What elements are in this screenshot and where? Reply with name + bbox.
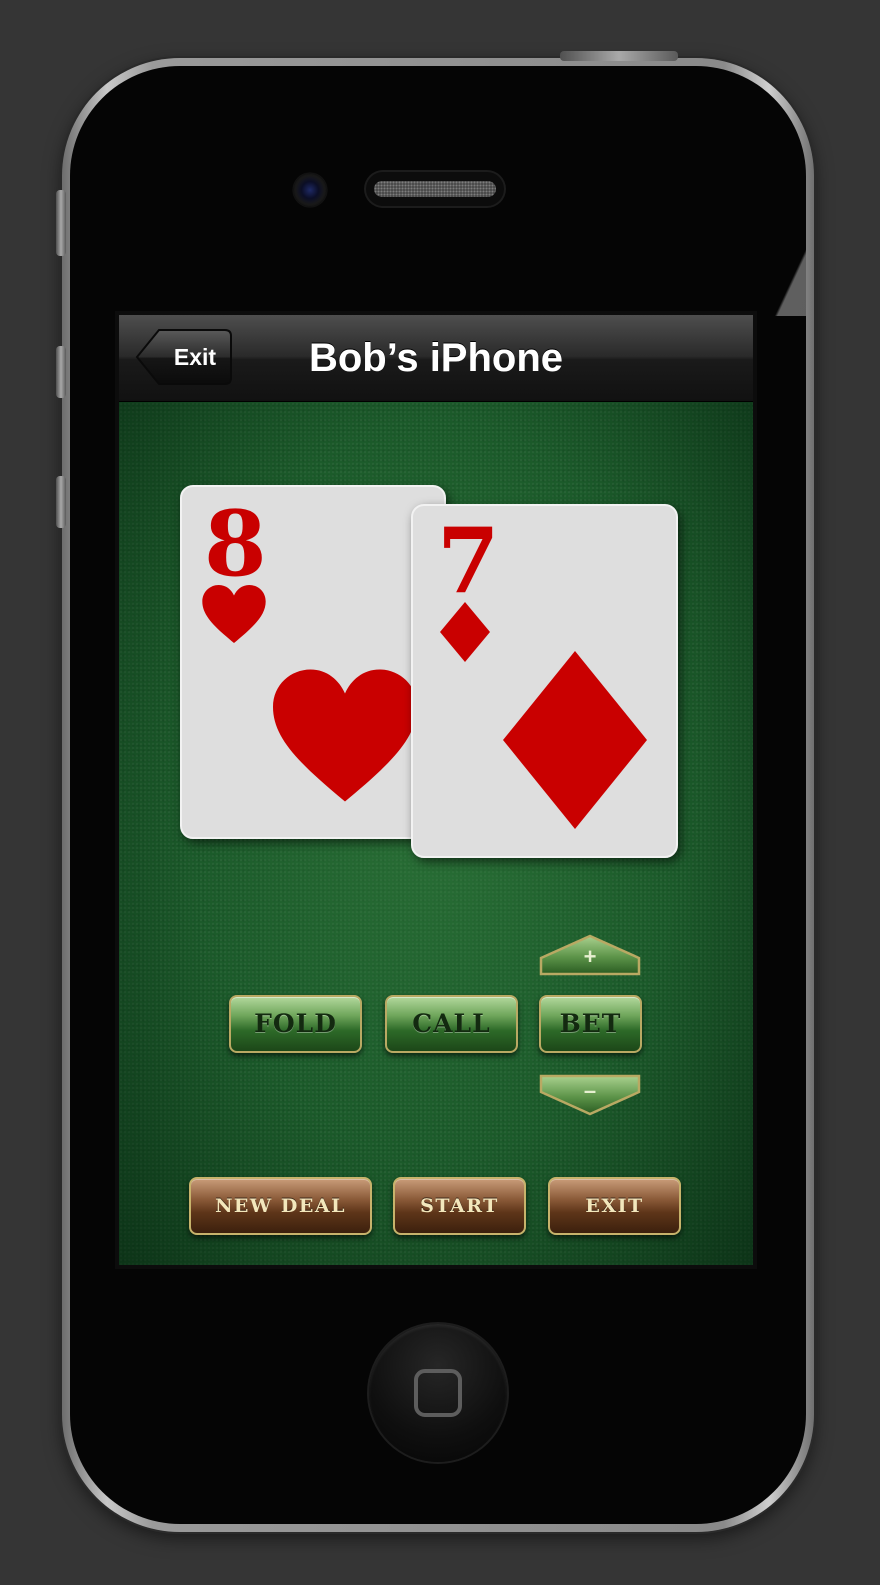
poker-table-felt: 8 7 + FOLD CALL BET – NEW DEAL START EXI… [119, 402, 753, 1265]
decrease-bet-label: – [583, 1078, 597, 1103]
page-title: Bob’s iPhone [308, 336, 564, 380]
decrease-bet-button[interactable]: – [539, 1074, 641, 1116]
mute-switch [56, 190, 66, 256]
new-deal-button[interactable]: NEW DEAL [189, 1177, 372, 1235]
simulator-stage: Exit Bob’s iPhone 8 7 + FOLD CALL BET – … [0, 0, 880, 1585]
bet-button[interactable]: BET [539, 995, 642, 1053]
fold-button[interactable]: FOLD [229, 995, 362, 1053]
home-square-icon [414, 1369, 462, 1417]
increase-bet-button[interactable]: + [539, 934, 641, 976]
playing-card-eight-hearts[interactable]: 8 [180, 485, 446, 839]
volume-down-button [56, 476, 66, 528]
heart-icon [273, 669, 417, 802]
diamond-icon [440, 602, 490, 662]
call-button[interactable]: CALL [385, 995, 518, 1053]
heart-icon [202, 584, 266, 644]
home-button[interactable] [369, 1324, 507, 1462]
app-screen: Exit Bob’s iPhone 8 7 + FOLD CALL BET – … [119, 315, 753, 1265]
volume-up-button [56, 346, 66, 398]
increase-bet-label: + [583, 944, 597, 969]
diamond-icon [503, 651, 647, 829]
back-exit-button[interactable]: Exit [135, 328, 233, 386]
exit-button[interactable]: EXIT [548, 1177, 681, 1235]
card-rank: 8 [204, 491, 267, 597]
sleep-button [560, 51, 678, 61]
camera-icon [293, 173, 327, 207]
speaker-grille [366, 172, 504, 206]
card-rank: 7 [437, 508, 500, 614]
navigation-bar: Exit Bob’s iPhone [119, 315, 753, 402]
back-button-label: Exit [173, 344, 217, 370]
start-button[interactable]: START [393, 1177, 526, 1235]
playing-card-seven-diamonds[interactable]: 7 [411, 504, 678, 858]
